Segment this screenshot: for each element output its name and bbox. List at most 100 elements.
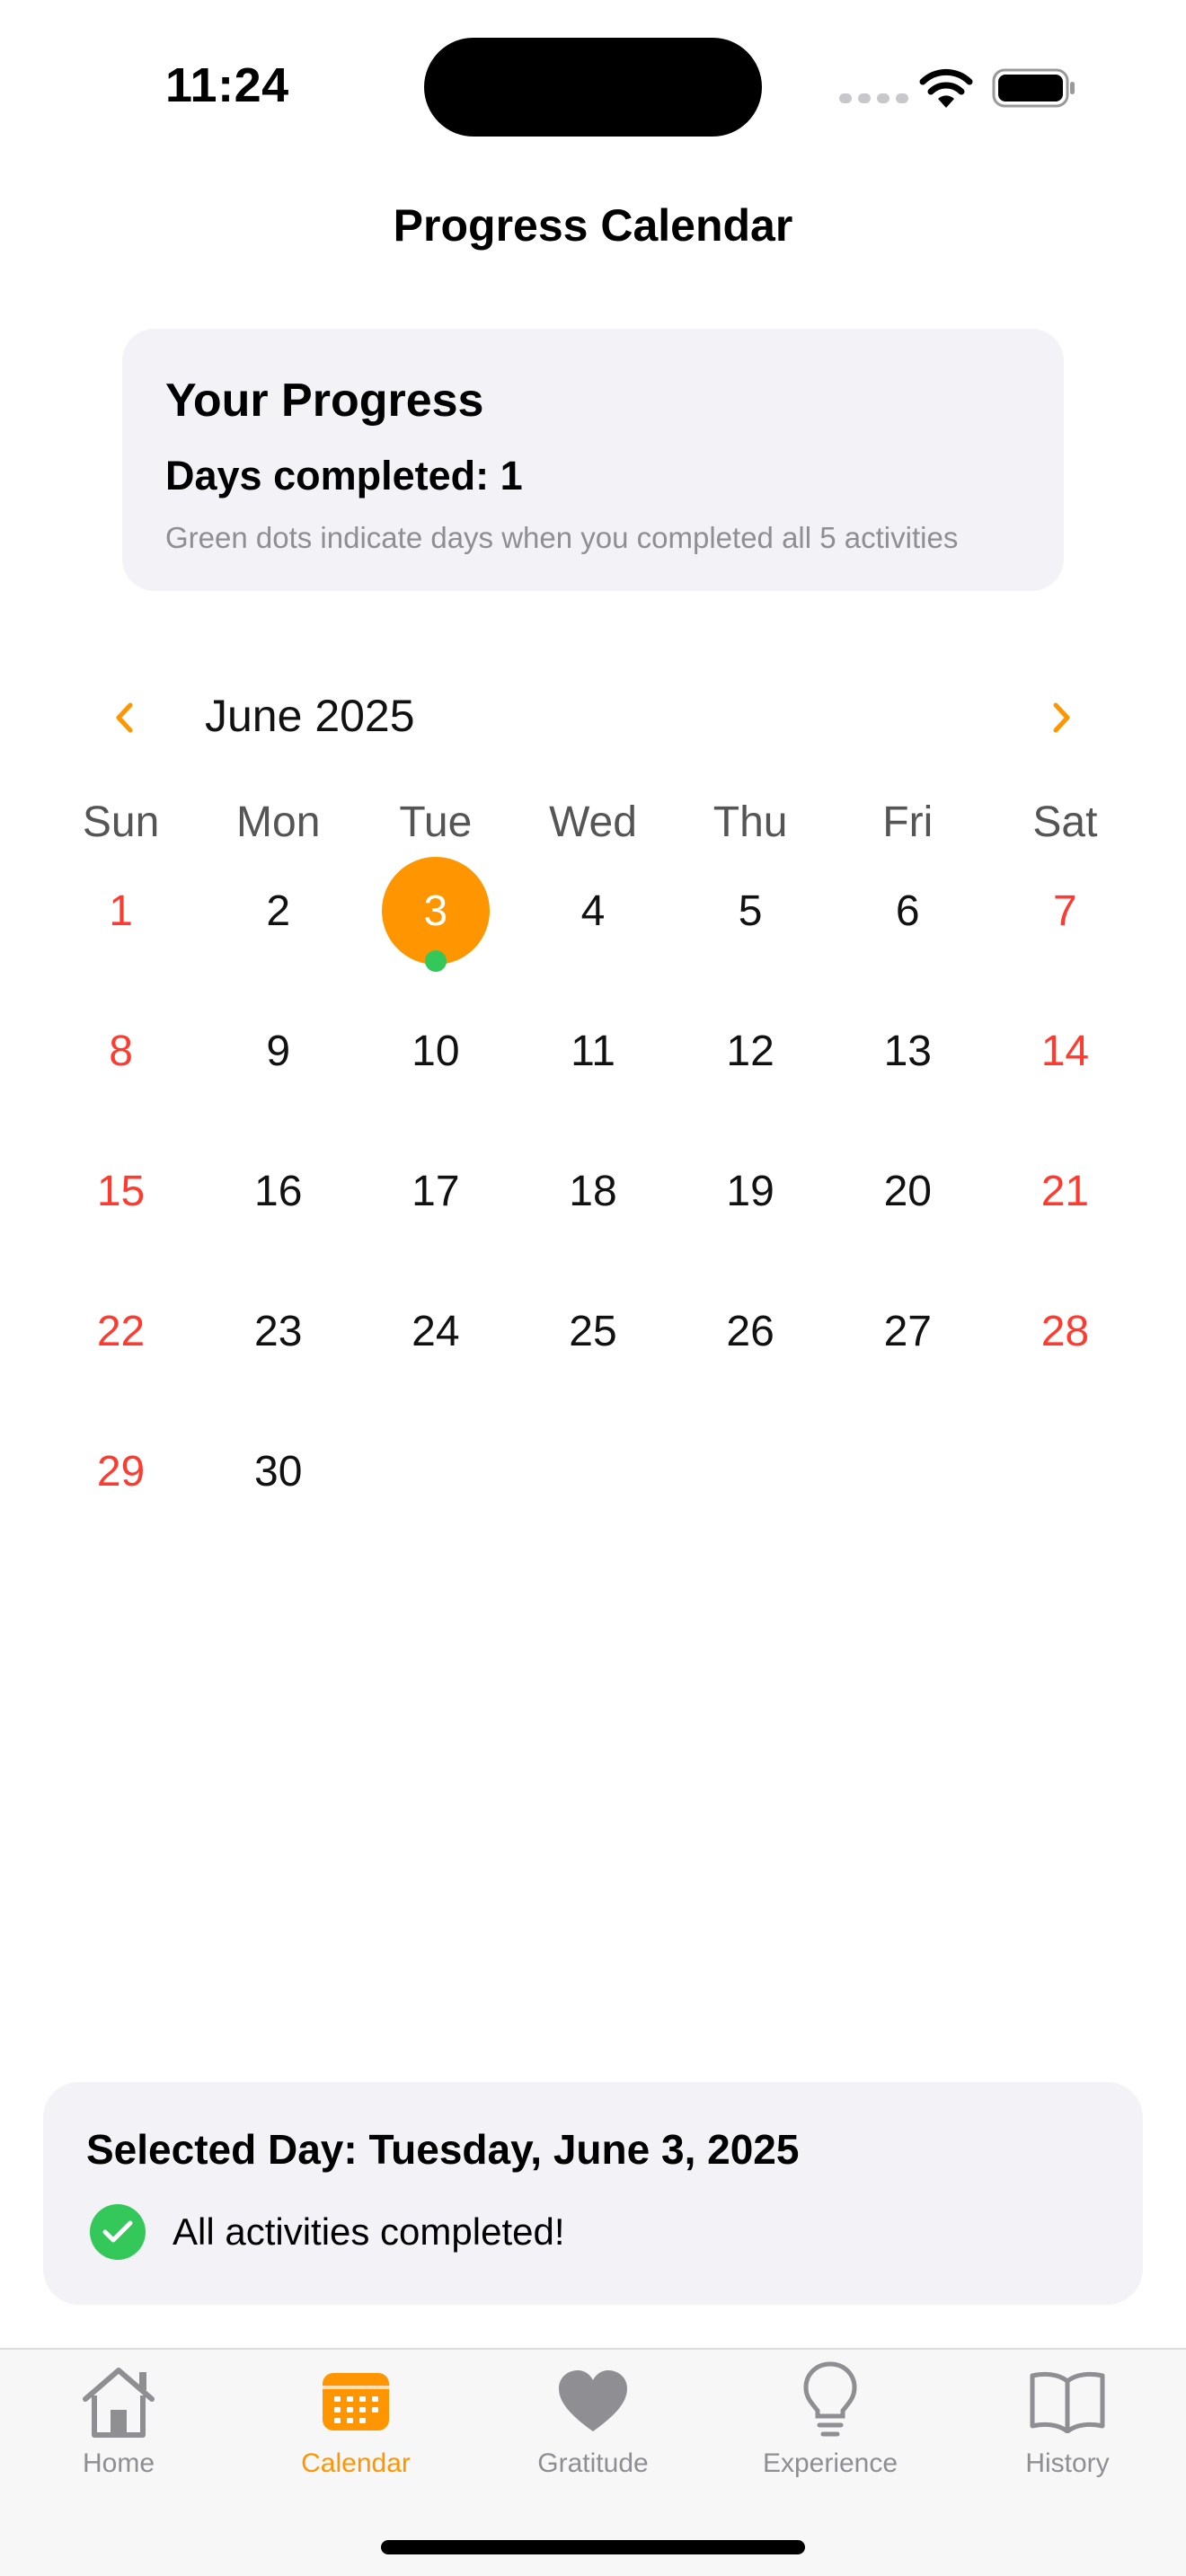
calendar-day-circle: 2 xyxy=(225,857,332,965)
cellular-signal-icon xyxy=(839,93,908,103)
calendar-day-number: 24 xyxy=(412,1307,460,1355)
calendar-day[interactable]: 29 xyxy=(42,1414,199,1554)
weekday-label: Sun xyxy=(82,798,160,846)
calendar-day-circle: 1 xyxy=(67,857,175,965)
calendar-day[interactable]: 21 xyxy=(987,1134,1144,1274)
calendar-day[interactable]: 10 xyxy=(357,993,514,1134)
calendar-day-number: 23 xyxy=(254,1307,303,1355)
calendar-day[interactable]: 26 xyxy=(672,1274,829,1414)
tab-history[interactable]: History xyxy=(949,2350,1186,2520)
calendar-day-circle: 9 xyxy=(225,997,332,1105)
calendar-day[interactable]: 11 xyxy=(514,993,671,1134)
calendar-day-circle: 18 xyxy=(539,1137,647,1245)
calendar-day-circle: 24 xyxy=(382,1277,490,1385)
dynamic-island xyxy=(424,38,762,137)
calendar-day[interactable]: 16 xyxy=(199,1134,357,1274)
home-indicator xyxy=(381,2540,805,2554)
calendar-day-number: 14 xyxy=(1040,1027,1090,1075)
month-label: June 2025 xyxy=(205,691,415,741)
selected-day-card: Selected Day: Tuesday, June 3, 2025 All … xyxy=(43,2082,1143,2305)
house-icon xyxy=(83,2368,155,2438)
calendar-day[interactable]: 1 xyxy=(42,853,199,993)
calendar-day-circle: 30 xyxy=(225,1417,332,1525)
progress-card: Your Progress Days completed: 1 Green do… xyxy=(122,329,1064,591)
calendar-day-circle: 25 xyxy=(539,1277,647,1385)
chevron-left-icon xyxy=(116,702,133,733)
calendar-day-number: 20 xyxy=(883,1167,932,1215)
next-month-button[interactable] xyxy=(1040,695,1084,740)
weekday-label: Mon xyxy=(236,798,321,846)
days-completed: Days completed: 1 xyxy=(165,453,523,498)
calendar-day-circle: 21 xyxy=(1011,1137,1119,1245)
calendar-day[interactable]: 25 xyxy=(514,1274,671,1414)
calendar-day-number: 15 xyxy=(96,1167,146,1215)
progress-title: Your Progress xyxy=(165,375,484,427)
calendar-day[interactable]: 23 xyxy=(199,1274,357,1414)
calendar-day[interactable]: 17 xyxy=(357,1134,514,1274)
tab-gratitude[interactable]: Gratitude xyxy=(474,2350,712,2520)
checkmark-circle-icon xyxy=(90,2204,146,2260)
calendar-day[interactable]: 7 xyxy=(987,853,1144,993)
tab-experience[interactable]: Experience xyxy=(712,2350,949,2520)
tab-label: Experience xyxy=(762,2448,898,2478)
calendar-day-number: 3 xyxy=(423,887,448,935)
calendar-day-number: 18 xyxy=(569,1167,617,1215)
calendar-day-number: 27 xyxy=(883,1307,932,1355)
chevron-right-icon xyxy=(1053,702,1070,733)
calendar-grid: 1 2 3 4 5 6 7 8 9 10 11 12 13 14 15 16 17 18 19 20 21 22 23 24 2… xyxy=(42,853,1144,1554)
calendar-day-circle: 16 xyxy=(225,1137,332,1245)
selected-day-status-row: All activities completed! xyxy=(86,2204,1143,2260)
calendar-day[interactable]: 6 xyxy=(829,853,987,993)
calendar-day[interactable]: 20 xyxy=(829,1134,987,1274)
calendar-day-number: 6 xyxy=(895,887,920,935)
calendar-day[interactable]: 22 xyxy=(42,1274,199,1414)
tab-label: Calendar xyxy=(301,2448,411,2478)
calendar-day[interactable]: 28 xyxy=(987,1274,1144,1414)
calendar-day-number: 8 xyxy=(109,1027,133,1075)
calendar-day[interactable]: 24 xyxy=(357,1274,514,1414)
calendar-day[interactable]: 14 xyxy=(987,993,1144,1134)
tab-label: Gratitude xyxy=(537,2448,649,2478)
lightbulb-icon xyxy=(803,2361,857,2437)
weekday-label: Wed xyxy=(549,798,637,846)
calendar-day-circle: 11 xyxy=(539,997,647,1105)
calendar-day[interactable]: 12 xyxy=(672,993,829,1134)
calendar-day-circle: 22 xyxy=(67,1277,175,1385)
battery-icon xyxy=(992,68,1075,108)
calendar-day[interactable]: 9 xyxy=(199,993,357,1134)
calendar-day-number: 22 xyxy=(96,1307,146,1355)
calendar-day-number: 7 xyxy=(1053,887,1077,935)
calendar-day-circle: 4 xyxy=(539,857,647,965)
previous-month-button[interactable] xyxy=(102,695,146,740)
calendar-day[interactable]: 15 xyxy=(42,1134,199,1274)
calendar-day-circle: 8 xyxy=(67,997,175,1105)
calendar-day[interactable]: 4 xyxy=(514,853,671,993)
calendar-day[interactable]: 30 xyxy=(199,1414,357,1554)
calendar-day[interactable]: 18 xyxy=(514,1134,671,1274)
calendar-day[interactable]: 5 xyxy=(672,853,829,993)
calendar-day-number: 12 xyxy=(726,1027,774,1075)
calendar-day[interactable]: 3 xyxy=(357,853,514,993)
calendar-day-circle: 7 xyxy=(1011,857,1119,965)
calendar-day-number: 1 xyxy=(109,887,133,935)
calendar-day-circle: 3 xyxy=(381,857,490,965)
tab-label: Home xyxy=(82,2448,155,2478)
calendar-day[interactable]: 2 xyxy=(199,853,357,993)
tab-label: History xyxy=(1025,2448,1110,2478)
calendar-day-number: 30 xyxy=(254,1447,303,1495)
calendar-day[interactable]: 8 xyxy=(42,993,199,1134)
calendar-day-circle: 13 xyxy=(854,997,961,1105)
calendar-icon xyxy=(323,2373,389,2430)
calendar-day-number: 13 xyxy=(883,1027,932,1075)
calendar-day[interactable]: 27 xyxy=(829,1274,987,1414)
calendar-day-number: 11 xyxy=(571,1027,615,1075)
calendar-day[interactable]: 13 xyxy=(829,993,987,1134)
tab-calendar[interactable]: Calendar xyxy=(237,2350,474,2520)
calendar-day-circle: 20 xyxy=(854,1137,961,1245)
calendar-day-number: 10 xyxy=(412,1027,460,1075)
calendar-day[interactable]: 19 xyxy=(672,1134,829,1274)
calendar-day-circle: 26 xyxy=(696,1277,804,1385)
calendar-day-circle: 29 xyxy=(67,1417,175,1525)
tab-home[interactable]: Home xyxy=(0,2350,237,2520)
calendar-day-circle: 12 xyxy=(696,997,804,1105)
